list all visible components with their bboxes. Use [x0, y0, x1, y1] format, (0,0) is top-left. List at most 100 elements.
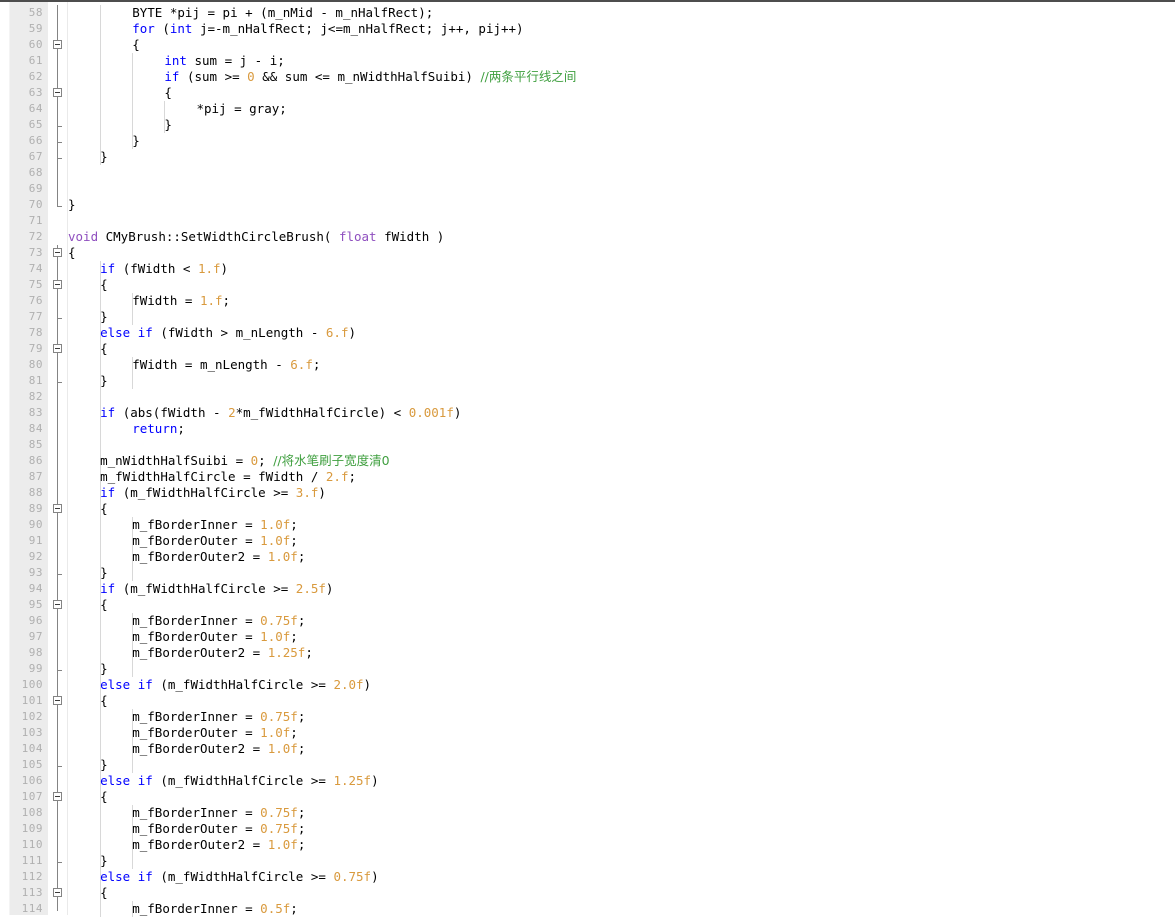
code-line[interactable]: }	[100, 565, 108, 581]
code-line[interactable]: {	[100, 885, 108, 901]
code-line[interactable]: {	[164, 85, 172, 101]
code-token: }	[100, 309, 108, 324]
code-line[interactable]: *pij = gray;	[196, 101, 286, 117]
code-editor[interactable]: 58 59 60 61 62 63 64 65 66 67 68 69 70 71 72 73 74 75 76 77…	[0, 0, 1175, 917]
fold-toggle-expanded[interactable]	[53, 504, 62, 513]
code-line[interactable]: {	[100, 501, 108, 517]
code-token: 1.f	[199, 293, 223, 308]
code-token: ;	[290, 629, 298, 644]
code-line[interactable]: m_fBorderOuter2 = 1.0f;	[132, 549, 305, 565]
line-number: 97	[28, 630, 43, 643]
outlining-end-tick	[57, 670, 62, 671]
line-number: 70	[28, 198, 43, 211]
code-token: BYTE *pij = pi + (m_nMid - m_nHalfRect);	[132, 5, 434, 20]
code-line[interactable]: m_fBorderInner = 0.75f;	[132, 709, 305, 725]
code-line[interactable]: else if (m_fWidthHalfCircle >= 0.75f)	[100, 869, 379, 885]
code-line[interactable]: m_fBorderOuter = 1.0f;	[132, 629, 298, 645]
code-line[interactable]: if (m_fWidthHalfCircle >= 2.5f)	[100, 581, 333, 597]
code-line[interactable]: }	[100, 149, 108, 165]
code-line[interactable]: fWidth = m_nLength - 6.f;	[132, 357, 320, 373]
fold-toggle-expanded[interactable]	[53, 344, 62, 353]
code-line[interactable]: m_fBorderInner = 0.5f;	[132, 901, 298, 917]
code-line[interactable]: else if (m_fWidthHalfCircle >= 1.25f)	[100, 773, 379, 789]
code-line[interactable]: else if (fWidth > m_nLength - 6.f)	[100, 325, 356, 341]
code-token: if	[100, 405, 116, 420]
code-line[interactable]: m_fBorderOuter = 1.0f;	[132, 725, 298, 741]
code-token: {	[100, 597, 108, 612]
code-line[interactable]: if (m_fWidthHalfCircle >= 3.f)	[100, 485, 326, 501]
code-token: 3.f	[295, 485, 319, 500]
code-line[interactable]: m_fBorderOuter2 = 1.25f;	[132, 645, 313, 661]
indent-guide-line	[100, 5, 101, 165]
code-token: m_fWidthHalfCircle = fWidth /	[100, 469, 326, 484]
code-token: 2	[228, 405, 236, 420]
line-number: 114	[21, 902, 43, 915]
code-line[interactable]: int sum = j - i;	[164, 53, 284, 69]
code-token: m_fBorderOuter =	[132, 629, 261, 644]
code-line[interactable]: }	[100, 661, 108, 677]
line-number: 76	[28, 294, 43, 307]
code-line[interactable]: m_nWidthHalfSuibi = 0; //将水笔刷子宽度清0	[100, 453, 390, 469]
code-line[interactable]: {	[100, 789, 108, 805]
fold-toggle-expanded[interactable]	[53, 888, 62, 897]
code-line[interactable]: {	[132, 37, 140, 53]
code-token: )	[325, 581, 334, 596]
code-line[interactable]: }	[164, 117, 172, 133]
code-token: 1.25f	[267, 645, 306, 660]
code-line[interactable]: for (int j=-m_nHalfRect; j<=m_nHalfRect;…	[132, 21, 523, 37]
fold-toggle-expanded[interactable]	[53, 600, 62, 609]
code-line[interactable]: {	[100, 341, 108, 357]
code-line[interactable]: {	[68, 245, 76, 261]
code-token: && sum <= m_nWidthHalfSuibi)	[254, 69, 481, 84]
code-line[interactable]: m_fBorderInner = 0.75f;	[132, 805, 305, 821]
fold-toggle-expanded[interactable]	[53, 696, 62, 705]
code-token: if	[137, 773, 153, 788]
code-line[interactable]: BYTE *pij = pi + (m_nMid - m_nHalfRect);	[132, 5, 433, 21]
code-line[interactable]: {	[100, 693, 108, 709]
code-line[interactable]: {	[100, 277, 108, 293]
code-line[interactable]: void CMyBrush::SetWidthCircleBrush( floa…	[68, 229, 444, 245]
code-token: return	[132, 421, 178, 436]
fold-toggle-expanded[interactable]	[53, 280, 62, 289]
code-line[interactable]: if (abs(fWidth - 2*m_fWidthHalfCircle) <…	[100, 405, 461, 421]
code-token: }	[164, 117, 172, 132]
code-token: *m_fWidthHalfCircle) <	[235, 405, 409, 420]
code-line[interactable]: if (sum >= 0 && sum <= m_nWidthHalfSuibi…	[164, 69, 576, 85]
code-line[interactable]: return;	[132, 421, 185, 437]
line-number: 80	[28, 358, 43, 371]
code-line[interactable]: m_fBorderInner = 1.0f;	[132, 517, 298, 533]
code-line[interactable]: else if (m_fWidthHalfCircle >= 2.0f)	[100, 677, 371, 693]
line-number: 82	[28, 390, 43, 403]
code-token: 0.75f	[260, 613, 298, 628]
fold-toggle-expanded[interactable]	[53, 40, 62, 49]
code-line[interactable]: m_fWidthHalfCircle = fWidth / 2.f;	[100, 469, 356, 485]
code-line[interactable]: }	[68, 197, 76, 213]
code-line[interactable]: m_fBorderOuter2 = 1.0f;	[132, 741, 305, 757]
outlining-end-tick	[57, 318, 62, 319]
code-line[interactable]: fWidth = 1.f;	[132, 293, 230, 309]
fold-toggle-expanded[interactable]	[53, 792, 62, 801]
code-line[interactable]: if (fWidth < 1.f)	[100, 261, 228, 277]
fold-toggle-expanded[interactable]	[53, 248, 62, 257]
code-line[interactable]: }	[100, 309, 108, 325]
code-token: 0.5f	[260, 901, 291, 916]
code-line[interactable]: m_fBorderOuter2 = 1.0f;	[132, 837, 305, 853]
code-line[interactable]: }	[100, 373, 108, 389]
code-line[interactable]: m_fBorderInner = 0.75f;	[132, 613, 305, 629]
line-number: 87	[28, 470, 43, 483]
code-token: ;	[305, 645, 313, 660]
code-line[interactable]: }	[100, 757, 108, 773]
code-token: (m_fWidthHalfCircle >=	[115, 581, 296, 596]
code-line[interactable]: }	[100, 853, 108, 869]
code-line[interactable]: m_fBorderOuter = 0.75f;	[132, 821, 305, 837]
code-line[interactable]: {	[100, 597, 108, 613]
line-number: 62	[28, 70, 43, 83]
code-token: 6.f	[290, 357, 313, 372]
fold-toggle-expanded[interactable]	[53, 88, 62, 97]
code-line[interactable]: }	[132, 133, 140, 149]
outlining-margin[interactable]	[48, 2, 68, 915]
line-number: 85	[28, 438, 43, 451]
code-token: ;	[297, 613, 306, 628]
code-line[interactable]: m_fBorderOuter = 1.0f;	[132, 533, 298, 549]
